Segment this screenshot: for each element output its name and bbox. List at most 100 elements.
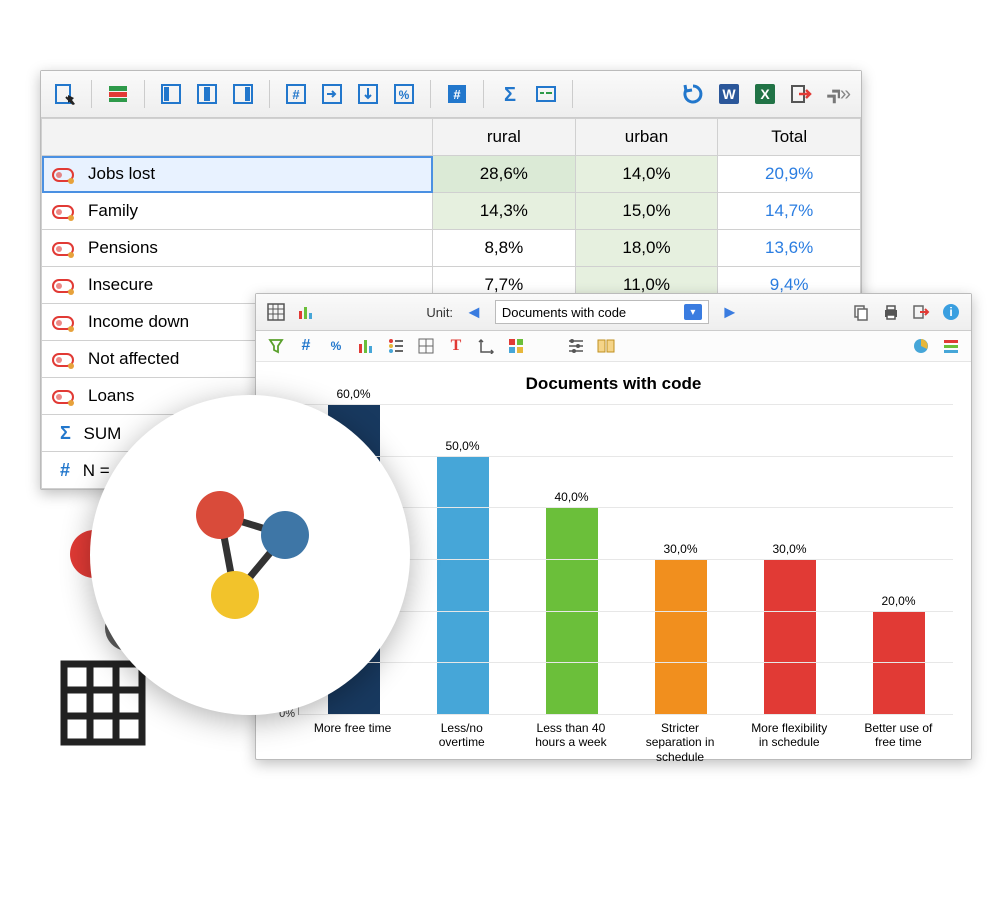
cell-total[interactable]: 13,6% [718, 230, 861, 267]
percent-small-icon[interactable]: % [326, 336, 346, 356]
svg-text:#: # [292, 87, 300, 102]
table-view-icon[interactable] [266, 302, 286, 322]
select-tool-icon[interactable] [51, 80, 79, 108]
network-badge [90, 395, 410, 715]
col-header-total[interactable]: Total [718, 119, 861, 156]
layout-center-icon[interactable] [193, 80, 221, 108]
unit-label: Unit: [426, 305, 453, 320]
unit-dropdown[interactable]: Documents with code ▾ [495, 300, 709, 324]
arrow-down-box-icon[interactable] [354, 80, 382, 108]
list-icon[interactable] [386, 336, 406, 356]
layout-left-icon[interactable] [157, 80, 185, 108]
x-tick-label: Less than 40 hours a week [530, 721, 612, 764]
export-arrow-icon[interactable] [787, 80, 815, 108]
axis-icon[interactable] [476, 336, 496, 356]
hash-icon[interactable]: # [282, 80, 310, 108]
legend-icon[interactable] [941, 336, 961, 356]
code-tag-icon [52, 351, 78, 369]
code-tag-icon [52, 240, 78, 258]
row-label: Not affected [88, 349, 179, 368]
svg-text:%: % [399, 88, 410, 102]
bar-value-label: 20,0% [881, 594, 915, 608]
cell-rural[interactable]: 14,3% [433, 193, 576, 230]
refresh-icon[interactable] [679, 80, 707, 108]
hash-solid-icon[interactable]: # [443, 80, 471, 108]
pie-icon[interactable] [911, 336, 931, 356]
bar[interactable]: 50,0% [422, 439, 504, 714]
code-tag-icon [52, 314, 78, 332]
bar-value-label: 30,0% [772, 542, 806, 556]
unit-next-button[interactable]: ► [719, 302, 741, 323]
n-label: N = [83, 461, 110, 480]
bar-value-label: 40,0% [554, 490, 588, 504]
table-row[interactable]: Jobs lost 28,6%14,0%20,9% [42, 156, 861, 193]
export-icon[interactable] [911, 302, 931, 322]
cell-rural[interactable]: 8,8% [433, 230, 576, 267]
table-row[interactable]: Pensions8,8%18,0%13,6% [42, 230, 861, 267]
col-header-label[interactable] [42, 119, 433, 156]
copy-icon[interactable] [851, 302, 871, 322]
highlight-rows-icon[interactable] [104, 80, 132, 108]
svg-text:X: X [760, 86, 770, 102]
svg-text:i: i [949, 305, 952, 319]
svg-text:#: # [453, 87, 461, 102]
palette-icon[interactable] [506, 336, 526, 356]
text-tool-icon[interactable]: T [446, 336, 466, 356]
code-tag-icon [52, 277, 78, 295]
arrow-right-box-icon[interactable] [318, 80, 346, 108]
unit-prev-button[interactable]: ◄ [463, 302, 485, 323]
svg-text:Σ: Σ [504, 84, 516, 105]
x-tick-label: Stricter separation in schedule [639, 721, 721, 764]
hash-icon: # [60, 460, 70, 480]
info-icon[interactable]: i [941, 302, 961, 322]
merge-cells-icon[interactable] [596, 336, 616, 356]
gridline [299, 714, 953, 715]
cell-total[interactable]: 20,9% [718, 156, 861, 193]
row-label: Loans [88, 386, 134, 405]
chart-view-icon[interactable] [296, 302, 316, 322]
word-export-icon[interactable]: W [715, 80, 743, 108]
more-chevrons-icon[interactable]: » [823, 80, 851, 108]
cell-total[interactable]: 14,7% [718, 193, 861, 230]
sigma-icon[interactable]: Σ [496, 80, 524, 108]
crosstab-toolbar: # % # Σ W X » [41, 71, 861, 118]
cell-urban[interactable]: 14,0% [575, 156, 718, 193]
col-header-urban[interactable]: urban [575, 119, 718, 156]
col-header-rural[interactable]: rural [433, 119, 576, 156]
x-tick-label: Less/no overtime [421, 721, 503, 764]
print-icon[interactable] [881, 302, 901, 322]
percent-box-icon[interactable]: % [390, 80, 418, 108]
bars-colored-icon[interactable] [356, 336, 376, 356]
grid-small-icon[interactable] [416, 336, 436, 356]
excel-export-icon[interactable]: X [751, 80, 779, 108]
cell-urban[interactable]: 15,0% [575, 193, 718, 230]
chart-options-toolbar: # % T [256, 331, 971, 362]
chevron-down-icon: ▾ [684, 304, 702, 320]
grid-icon-decoration [60, 660, 146, 751]
row-label: Income down [88, 312, 189, 331]
abacus-icon[interactable] [566, 336, 586, 356]
x-tick-label: Better use of free time [857, 721, 939, 764]
gridline [299, 456, 953, 457]
code-tag-icon [52, 388, 78, 406]
network-graph-icon [165, 470, 335, 640]
svg-text:W: W [722, 86, 736, 102]
sigma-icon: Σ [60, 423, 71, 443]
cell-urban[interactable]: 18,0% [575, 230, 718, 267]
bar[interactable]: 40,0% [531, 490, 613, 714]
sum-label: SUM [84, 424, 122, 443]
code-tag-icon [52, 203, 78, 221]
bar[interactable]: 30,0% [640, 542, 722, 714]
stats-box-icon[interactable] [532, 80, 560, 108]
bar[interactable]: 30,0% [749, 542, 831, 714]
x-tick-label: More free time [312, 721, 394, 764]
x-tick-label: More flexibility in schedule [748, 721, 830, 764]
row-label: Jobs lost [88, 164, 155, 183]
cell-rural[interactable]: 28,6% [433, 156, 576, 193]
hash-small-icon[interactable]: # [296, 336, 316, 356]
filter-icon[interactable] [266, 336, 286, 356]
row-label: Family [88, 201, 138, 220]
layout-right-icon[interactable] [229, 80, 257, 108]
bar[interactable]: 20,0% [858, 594, 940, 714]
table-row[interactable]: Family 14,3%15,0%14,7% [42, 193, 861, 230]
